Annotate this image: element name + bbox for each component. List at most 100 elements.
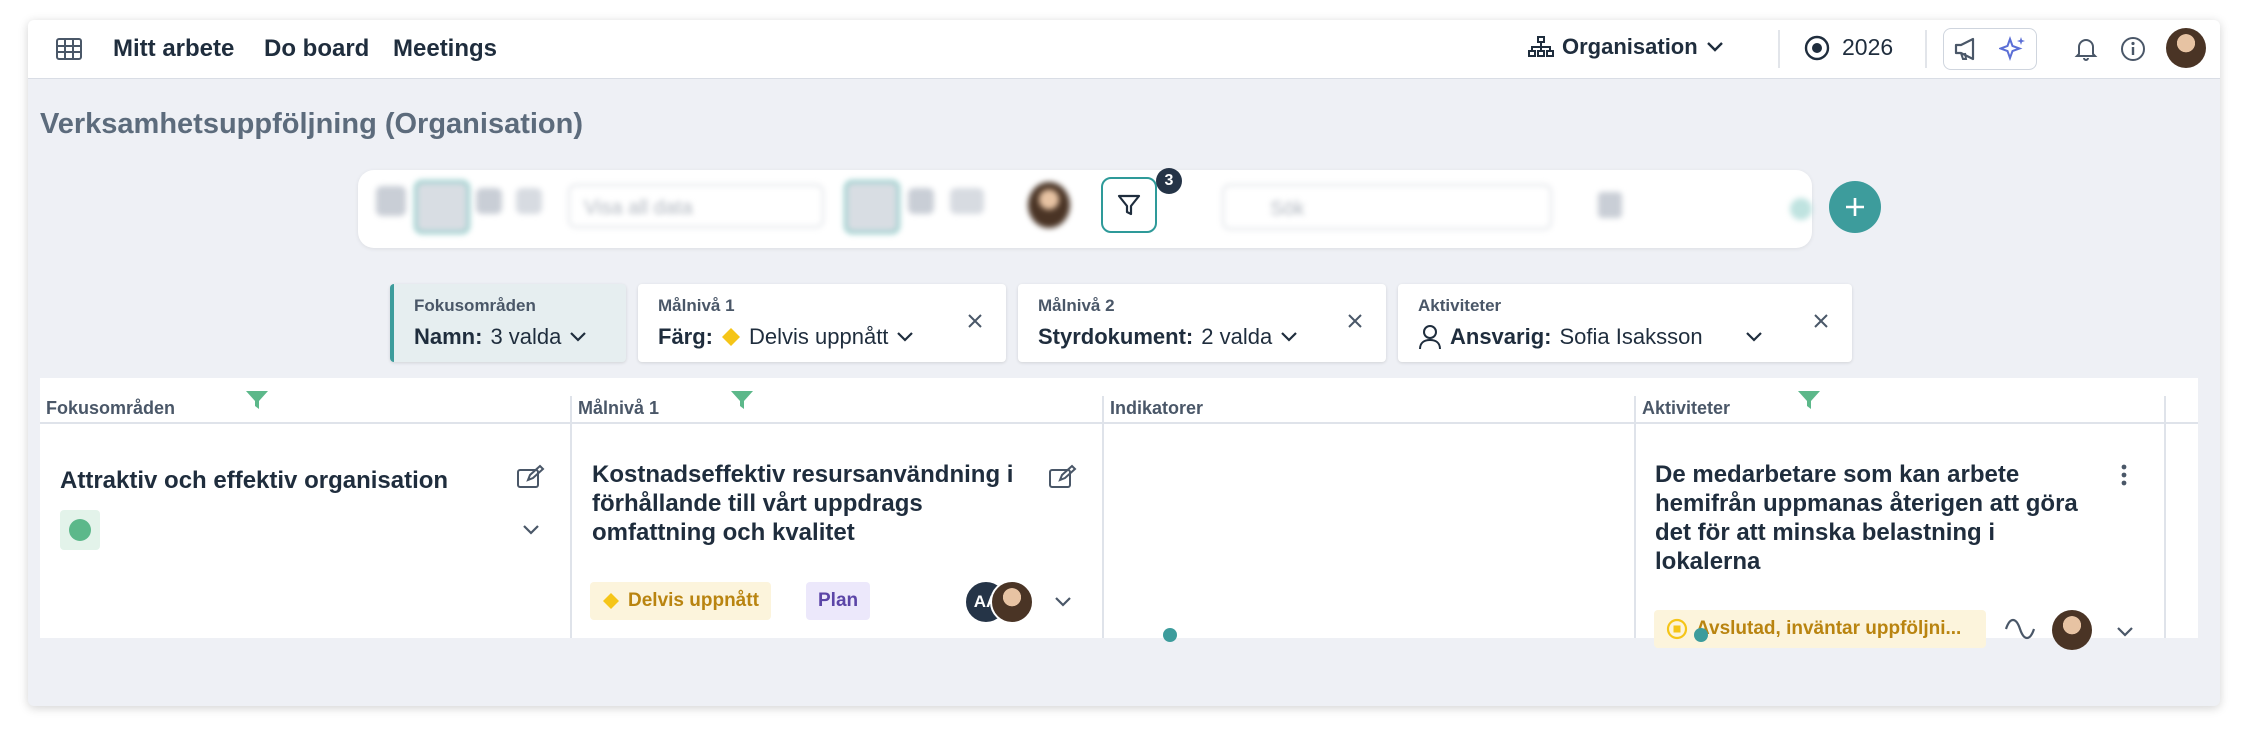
- layout-toggle-icon[interactable]: [908, 188, 934, 214]
- user-avatar[interactable]: [990, 580, 1034, 624]
- chevron-down-icon: [1281, 332, 1297, 342]
- close-icon[interactable]: [1812, 312, 1830, 335]
- close-icon[interactable]: [966, 312, 984, 335]
- column-divider: [1102, 396, 1104, 638]
- chevron-down-icon[interactable]: [2116, 626, 2134, 638]
- layout-toggle-icon[interactable]: [844, 180, 900, 234]
- view-toggle-icon[interactable]: [516, 188, 542, 214]
- nav-do-board[interactable]: Do board: [264, 35, 369, 63]
- type-tag: Plan: [806, 582, 871, 620]
- column-divider: [1634, 396, 1636, 638]
- pause-circle-icon: [1666, 618, 1688, 640]
- person-icon: [1419, 325, 1441, 350]
- title-line: förhållande till vårt uppdrags: [592, 490, 923, 517]
- view-toggle-icon[interactable]: [376, 186, 406, 216]
- edit-icon[interactable]: [1048, 464, 1078, 490]
- chevron-down-icon[interactable]: [1054, 596, 1072, 608]
- column-divider: [2164, 396, 2166, 638]
- fokus-card-title[interactable]: Attraktiv och effektiv organisation: [60, 466, 448, 495]
- activity-status-label: Avslutad, inväntar uppföljni...: [1696, 618, 1962, 639]
- info-icon[interactable]: [2120, 36, 2146, 62]
- wave-icon[interactable]: [2004, 618, 2036, 640]
- chip-key: Namn:: [414, 324, 483, 349]
- layout-toggle-icon[interactable]: [950, 188, 984, 214]
- user-avatar[interactable]: [2166, 28, 2206, 68]
- chevron-down-icon: [570, 332, 587, 342]
- chevron-down-icon[interactable]: [522, 524, 540, 536]
- view-toggle-icon[interactable]: [414, 180, 470, 234]
- column-filter-icon[interactable]: [730, 390, 754, 415]
- nav-mitt-arbete[interactable]: Mitt arbete: [113, 35, 234, 63]
- title-line: lokalerna: [1655, 548, 1761, 575]
- view-toolbar: Visa all data Sök: [358, 170, 1812, 248]
- title-line: Kostnadseffektiv resursanvändning i: [592, 461, 1014, 488]
- edit-icon[interactable]: [516, 464, 546, 490]
- chip-value: 2 valda: [1201, 324, 1273, 349]
- column-header-aktiviteter: Aktiviteter: [1642, 398, 1731, 418]
- yellow-diamond-icon: [722, 328, 740, 346]
- organisation-selector[interactable]: Organisation: [1528, 34, 1724, 60]
- filter-chip-malniva1[interactable]: Målnivå 1 Färg: Delvis uppnått: [638, 284, 1006, 362]
- title-line: hemifrån uppmanas återigen att göra: [1655, 490, 2078, 517]
- chip-key: Ansvarig:: [1450, 324, 1552, 349]
- chip-value: 3 valda: [490, 324, 562, 349]
- column-divider: [570, 396, 572, 638]
- chip-key: Färg:: [658, 324, 713, 349]
- title-line: De medarbetare som kan arbete: [1655, 461, 2020, 488]
- chip-title: Målnivå 2: [1038, 296, 1115, 315]
- nav-meetings[interactable]: Meetings: [393, 35, 497, 63]
- view-toggle-icon[interactable]: [476, 188, 502, 214]
- user-filter-avatar[interactable]: [1028, 182, 1070, 228]
- add-button[interactable]: [1829, 181, 1881, 233]
- announcement-ai-group: [1943, 28, 2037, 70]
- page-title: Verksamhetsuppföljning (Organisation): [40, 108, 584, 140]
- column-header-fokusomraden: Fokusområden: [46, 398, 176, 418]
- malniva1-card-title[interactable]: Kostnadseffektiv resursanvändning i förh…: [592, 460, 1013, 547]
- hierarchy-icon: [1528, 36, 1554, 57]
- ai-sparkle-icon[interactable]: [1999, 35, 2027, 63]
- chip-title: Aktiviteter: [1418, 296, 1502, 315]
- search-input[interactable]: Sök: [1222, 184, 1552, 230]
- filter-chip-aktiviteter[interactable]: Aktiviteter Ansvarig: Sofia Isaksson: [1398, 284, 1852, 362]
- funnel-icon: [1117, 194, 1141, 216]
- divider: [1778, 30, 1780, 68]
- title-line: omfattning och kvalitet: [592, 519, 855, 546]
- column-header-malniva1: Målnivå 1: [578, 398, 660, 418]
- header-divider: [40, 422, 2198, 424]
- chevron-down-icon: [1706, 42, 1723, 52]
- more-vertical-icon[interactable]: [2120, 464, 2128, 486]
- status-tag: Delvis uppnått: [590, 582, 771, 620]
- chip-value: Delvis uppnått: [749, 324, 889, 349]
- year-selector[interactable]: 2026: [1804, 34, 1893, 61]
- chip-title: Fokusområden: [414, 296, 536, 315]
- aktivitet-card-title[interactable]: De medarbetare som kan arbete hemifrån u…: [1655, 460, 2078, 576]
- chip-key: Styrdokument:: [1038, 324, 1194, 349]
- status-tag-label: Delvis uppnått: [628, 590, 759, 611]
- green-status-icon: [69, 519, 91, 541]
- bell-icon[interactable]: [2074, 36, 2098, 62]
- user-avatar[interactable]: [2052, 610, 2092, 650]
- export-icon[interactable]: [1598, 192, 1622, 218]
- filter-count-badge: 3: [1156, 168, 1182, 194]
- column-filter-icon[interactable]: [245, 390, 269, 415]
- board-table: Fokusområden Målnivå 1 Indikatorer Aktiv…: [40, 378, 2198, 650]
- top-navigation-bar: Mitt arbete Do board Meetings Organisati…: [28, 20, 2220, 79]
- column-header-indikatorer: Indikatorer: [1110, 398, 1204, 418]
- chip-title: Målnivå 1: [658, 296, 735, 315]
- view-select[interactable]: Visa all data: [568, 184, 824, 228]
- megaphone-icon[interactable]: [1953, 36, 1981, 62]
- target-icon: [1804, 35, 1830, 60]
- connector-dot: [1694, 628, 1708, 642]
- close-icon[interactable]: [1346, 312, 1364, 335]
- filter-button[interactable]: [1101, 177, 1157, 233]
- filter-chip-malniva2[interactable]: Målnivå 2 Styrdokument: 2 valda: [1018, 284, 1386, 362]
- grid-menu-icon[interactable]: [56, 36, 82, 67]
- year-label: 2026: [1842, 34, 1894, 60]
- column-filter-icon[interactable]: [1797, 390, 1821, 415]
- app-window: Mitt arbete Do board Meetings Organisati…: [28, 20, 2220, 706]
- chip-value: Sofia Isaksson: [1559, 324, 1703, 349]
- status-indicator: [60, 510, 100, 550]
- filter-chip-fokusomraden[interactable]: Fokusområden Namn: 3 valda: [390, 284, 626, 362]
- plus-icon: [1846, 198, 1864, 216]
- divider: [1925, 30, 1927, 68]
